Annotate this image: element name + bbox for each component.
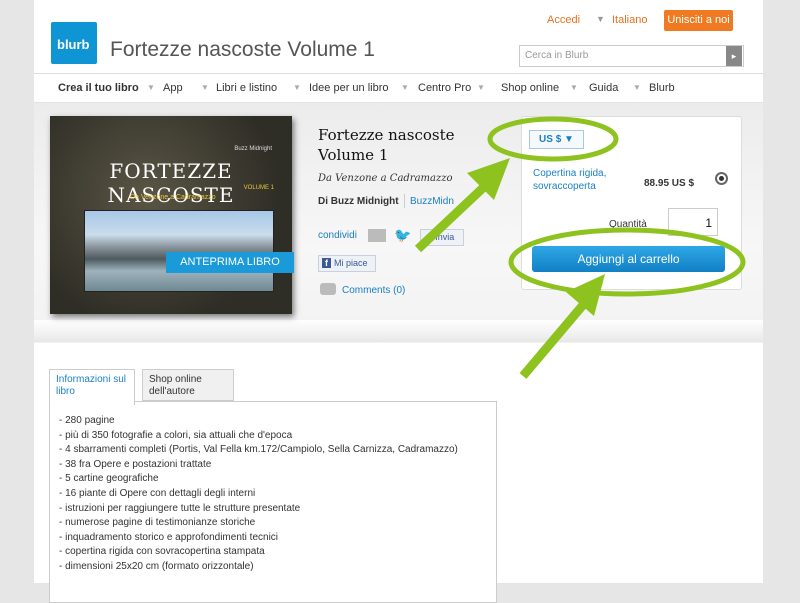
page: blurb Fortezze nascoste Volume 1 Accedi … (34, 0, 763, 603)
chevron-down-icon[interactable]: ▼ (477, 83, 485, 92)
nav-item-books[interactable]: Libri e listino (216, 82, 277, 94)
send-label: Invia (435, 232, 455, 242)
nav-item-app[interactable]: App (163, 82, 183, 94)
list-item: - istruzioni per raggiungere tutte le st… (59, 502, 301, 514)
preview-button[interactable]: ANTEPRIMA LIBRO (166, 252, 294, 273)
author-link[interactable]: BuzzMidn (410, 196, 454, 207)
list-item: - 4 sbarramenti completi (Portis, Val Fe… (59, 444, 458, 456)
list-item: - dimensioni 25x20 cm (formato orizzonta… (59, 560, 254, 572)
price: 88.95 US $ (644, 178, 695, 189)
book-cover[interactable]: Buzz Midnight FORTEZZE NASCOSTE VOLUME 1… (50, 116, 292, 314)
book-subtitle: Da Venzone a Cadramazzo (318, 173, 453, 184)
facebook-icon: f (322, 258, 331, 268)
book-title: Fortezze nascoste Volume 1 (318, 125, 454, 165)
tab-label-line: dell'autore (149, 386, 195, 397)
book-title-line: Volume 1 (318, 146, 389, 164)
tab-label-line: Informazioni sul (56, 374, 127, 385)
like-button[interactable]: f Mi piace (318, 255, 376, 272)
nav-item-shop[interactable]: Shop online (501, 82, 559, 94)
main-nav: Crea il tuo libro ▼ App ▼ Libri e listin… (34, 73, 763, 103)
login-link[interactable]: Accedi (547, 14, 580, 26)
list-item: - 280 pagine (59, 415, 115, 426)
send-button[interactable]: f Invia (420, 229, 464, 246)
list-item: - copertina rigida con sovracopertina st… (59, 546, 265, 558)
blurb-logo[interactable]: blurb (51, 22, 97, 64)
nav-item-create[interactable]: Crea il tuo libro (58, 82, 139, 94)
tab-book-info[interactable]: Informazioni sul libro (49, 369, 135, 405)
list-item: - inquadramento storico e approfondiment… (59, 531, 279, 543)
cover-subtitle: Da Venzone a Cadramazzo (130, 194, 216, 201)
book-details-panel: - 280 pagine - più di 350 fotografie a c… (49, 401, 497, 603)
chevron-down-icon[interactable]: ▼ (147, 83, 155, 92)
search-input[interactable]: Cerca in Blurb (519, 45, 744, 67)
list-item: - 16 piante di Opere con dettagli degli … (59, 487, 256, 499)
chevron-down-icon[interactable]: ▼ (401, 83, 409, 92)
language-link[interactable]: Italiano (612, 14, 647, 26)
twitter-icon[interactable]: 🐦 (394, 227, 411, 244)
nav-item-pro[interactable]: Centro Pro (418, 82, 471, 94)
comments-link[interactable]: Comments (0) (342, 285, 405, 296)
like-label: Mi piace (334, 258, 368, 268)
search-button[interactable]: ▸ (726, 46, 742, 66)
add-to-cart-button[interactable]: Aggiungi al carrello (532, 246, 725, 272)
chevron-down-icon[interactable]: ▼ (293, 83, 301, 92)
chevron-down-icon[interactable]: ▼ (201, 83, 209, 92)
list-item: - 5 cartine geografiche (59, 473, 159, 485)
comment-icon (320, 283, 336, 295)
book-author: Di Buzz Midnight (318, 196, 399, 207)
nav-item-blurb[interactable]: Blurb (649, 82, 675, 94)
divider-band (34, 320, 763, 342)
book-title-line: Fortezze nascoste (318, 126, 455, 144)
option-label-line: sovraccoperta (533, 181, 596, 192)
quantity-input[interactable]: 1 (668, 208, 718, 236)
share-link[interactable]: condividi (318, 230, 357, 241)
chevron-down-icon[interactable]: ▼ (570, 83, 578, 92)
binding-option[interactable]: Copertina rigida, sovraccoperta (533, 167, 606, 193)
mail-icon[interactable] (368, 229, 386, 242)
tab-label-line: Shop online (149, 374, 202, 385)
list-item: - più di 350 fotografie a colori, sia at… (59, 429, 293, 441)
currency-select[interactable]: US $ ▼ (529, 130, 584, 149)
search-placeholder: Cerca in Blurb (525, 50, 589, 61)
list-item: - 38 fra Opere e postazioni trattate (59, 458, 212, 470)
details-list: - 280 pagine - più di 350 fotografie a c… (59, 415, 458, 576)
tab-label-line: libro (56, 386, 75, 397)
logo-text: blurb (57, 37, 90, 52)
divider (404, 194, 405, 208)
nav-item-help[interactable]: Guida (589, 82, 618, 94)
chevron-down-icon[interactable]: ▼ (596, 14, 605, 24)
cover-photo (84, 210, 274, 292)
cover-author: Buzz Midnight (234, 146, 272, 152)
tab-author-shop[interactable]: Shop online dell'autore (142, 369, 234, 401)
nav-item-ideas[interactable]: Idee per un libro (309, 82, 389, 94)
list-item: - numerose pagine di testimonianze stori… (59, 517, 256, 529)
cover-volume: VOLUME 1 (243, 185, 274, 191)
option-label-line: Copertina rigida, (533, 168, 607, 179)
chevron-down-icon[interactable]: ▼ (633, 83, 641, 92)
join-button[interactable]: Unisciti a noi (664, 10, 733, 31)
binding-radio[interactable] (715, 172, 728, 185)
quantity-label: Quantità (609, 219, 647, 230)
page-title: Fortezze nascoste Volume 1 (110, 38, 375, 61)
